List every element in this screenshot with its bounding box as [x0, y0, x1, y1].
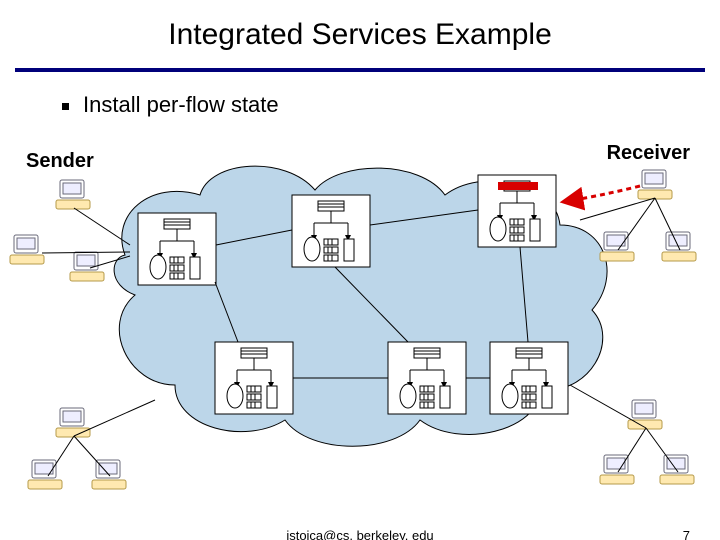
- host: [638, 170, 672, 199]
- router: [138, 213, 216, 285]
- host: [56, 408, 90, 437]
- host: [10, 235, 44, 264]
- host: [660, 455, 694, 484]
- slide: Integrated Services Example Install per-…: [0, 0, 720, 540]
- router: [215, 342, 293, 414]
- host: [662, 232, 696, 261]
- flow-state: [498, 182, 538, 190]
- host: [600, 232, 634, 261]
- diagram: [0, 0, 720, 540]
- router: [292, 195, 370, 267]
- router: [490, 342, 568, 414]
- host: [28, 460, 62, 489]
- host: [600, 455, 634, 484]
- host: [56, 180, 90, 209]
- page-number: 7: [683, 528, 690, 540]
- footer-email: istoica@cs. berkeley. edu: [0, 528, 720, 540]
- host: [70, 252, 104, 281]
- reservation-arrow: [562, 186, 640, 202]
- host: [628, 400, 662, 429]
- router: [388, 342, 466, 414]
